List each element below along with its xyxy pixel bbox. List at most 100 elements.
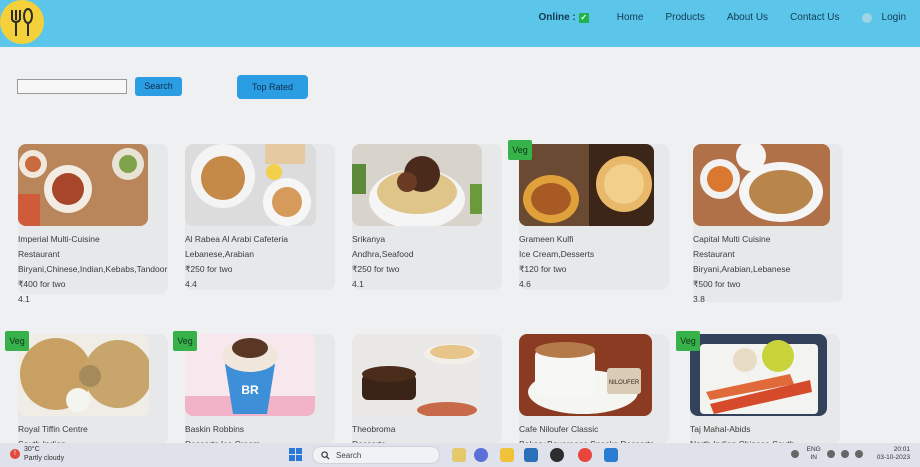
restaurant-name: Theobroma [352, 424, 396, 434]
food-image [690, 334, 827, 416]
card-info: Capital Multi Cuisine Restaurant Biryani… [693, 232, 790, 307]
restaurant-name: Baskin Robbins [185, 424, 245, 434]
price-for-two: ₹250 for two [352, 264, 400, 274]
food-image [18, 144, 148, 226]
veg-badge: Veg [508, 140, 532, 160]
user-icon [861, 12, 872, 23]
battery-icon[interactable] [854, 450, 863, 458]
restaurant-card[interactable]: NILOUFER Cafe Niloufer Classic Bakery,Be… [519, 334, 669, 449]
food-image: BR [185, 334, 315, 416]
food-image [352, 144, 482, 226]
cuisine: Lebanese,Arabian [185, 249, 255, 259]
restaurant-card[interactable]: Capital Multi Cuisine Restaurant Biryani… [693, 144, 843, 304]
login-link[interactable]: Login [861, 12, 906, 23]
restaurant-name: Royal Tiffin Centre [18, 424, 88, 434]
restaurant-name: Al Rabea Al Arabi Cafeteria [185, 234, 289, 244]
rating: 3.8 [693, 294, 705, 304]
windows-taskbar: ! 30°C Partly cloudy Search ENG IN 20:01… [0, 443, 920, 467]
restaurant-card[interactable]: Srikanya Andhra,Seafood ₹250 for two 4.1 [352, 144, 502, 290]
top-rated-button[interactable]: Top Rated [237, 75, 308, 99]
system-tray: ENG IN 20:01 03-10-2023 [785, 446, 910, 462]
veg-badge: Veg [5, 331, 29, 351]
weather-widget[interactable]: ! 30°C Partly cloudy [10, 445, 64, 463]
clock[interactable]: 20:01 03-10-2023 [877, 446, 910, 462]
store-icon[interactable] [524, 448, 538, 462]
price-for-two: ₹250 for two [185, 264, 233, 274]
app-icon[interactable] [452, 448, 466, 462]
card-info: Grameen Kulfi Ice Cream,Desserts ₹120 fo… [519, 232, 594, 292]
file-explorer-icon[interactable] [500, 448, 514, 462]
clock-time: 20:01 [893, 446, 910, 453]
cuisine: Biryani,Chinese,Indian,Kebabs,Tandoor [18, 264, 168, 274]
wifi-icon[interactable] [826, 450, 835, 458]
cuisine: Andhra,Seafood [352, 249, 414, 259]
search-input[interactable] [17, 79, 127, 94]
food-image [185, 144, 316, 226]
chevron-up-icon[interactable] [790, 450, 799, 458]
weather-icon: ! [10, 449, 20, 459]
nav-home[interactable]: Home [617, 12, 644, 23]
chat-icon[interactable] [474, 448, 488, 462]
restaurant-card[interactable]: Veg Taj Mahal-Abids North Indian,Chinese… [676, 331, 840, 449]
nav-contact-us[interactable]: Contact Us [790, 12, 839, 23]
restaurant-card[interactable]: Veg BR Baskin Robbins Desserts,Ice Cream [173, 331, 335, 449]
restaurant-card[interactable]: Veg Grameen Kulfi Ice Cream,Desserts ₹12… [508, 140, 669, 292]
restaurant-name: Grameen Kulfi [519, 234, 574, 244]
rating: 4.6 [519, 279, 531, 289]
search-button[interactable]: Search [135, 77, 182, 96]
restaurant-name: Taj Mahal-Abids [690, 424, 751, 434]
food-image [352, 334, 482, 416]
card-info: Imperial Multi-Cuisine Restaurant Biryan… [18, 232, 178, 307]
price-for-two: ₹120 for two [519, 264, 567, 274]
nav-about-us[interactable]: About Us [727, 12, 768, 23]
volume-icon[interactable] [840, 450, 849, 458]
clock-date: 03-10-2023 [876, 454, 910, 461]
weather-temp: 30°C [24, 446, 40, 453]
online-label: Online : [538, 12, 576, 23]
cuisine: Biryani,Arabian,Lebanese [693, 264, 791, 274]
login-label: Login [881, 12, 906, 23]
checkbox-icon: ✓ [578, 12, 589, 23]
restaurant-name: Srikanya [352, 234, 386, 244]
rating: 4.1 [352, 279, 364, 289]
restaurant-name-line2: Restaurant [693, 249, 735, 259]
online-status: Online : ✓ [539, 12, 589, 23]
dell-icon[interactable] [550, 448, 564, 462]
rating: 4.4 [185, 279, 197, 289]
restaurant-card[interactable]: Veg Royal Tiffin Centre South Indian [5, 331, 168, 449]
svg-text:NILOUFER: NILOUFER [609, 380, 640, 386]
cuisine: Ice Cream,Desserts [519, 249, 595, 259]
restaurant-name-line2: Restaurant [18, 249, 60, 259]
search-icon [321, 450, 330, 460]
card-info: Al Rabea Al Arabi Cafeteria Lebanese,Ara… [185, 232, 288, 292]
price-for-two: ₹400 for two [18, 279, 66, 289]
restaurant-name: Imperial Multi-Cuisine [18, 234, 100, 244]
food-image: NILOUFER [519, 334, 652, 416]
restaurant-card[interactable]: Imperial Multi-Cuisine Restaurant Biryan… [18, 144, 168, 304]
veg-badge: Veg [173, 331, 197, 351]
chrome-icon[interactable] [578, 448, 592, 462]
rating: 4.1 [18, 294, 30, 304]
veg-badge: Veg [676, 331, 700, 351]
taskbar-search[interactable]: Search [312, 446, 440, 464]
restaurant-card[interactable]: Theobroma Desserts [352, 334, 502, 449]
card-info: Srikanya Andhra,Seafood ₹250 for two 4.1 [352, 232, 413, 292]
food-image [693, 144, 830, 226]
lang-region: IN [810, 454, 817, 461]
vscode-icon[interactable] [604, 448, 618, 462]
food-image [18, 334, 149, 416]
weather-desc: Partly cloudy [24, 455, 65, 462]
svg-text:BR: BR [241, 383, 259, 397]
food-image [519, 144, 654, 226]
top-navbar: Online : ✓ Home Products About Us Contac… [0, 0, 920, 47]
windows-start-icon[interactable] [289, 448, 302, 461]
taskbar-search-label: Search [336, 450, 362, 460]
restaurant-name: Cafe Niloufer Classic [519, 424, 599, 434]
language-indicator[interactable]: ENG IN [807, 446, 821, 462]
nav-products[interactable]: Products [665, 12, 704, 23]
brand-logo[interactable] [0, 0, 44, 44]
lang-code: ENG [806, 446, 821, 453]
restaurant-name: Capital Multi Cuisine [693, 234, 771, 244]
price-for-two: ₹500 for two [693, 279, 741, 289]
restaurant-card[interactable]: Al Rabea Al Arabi Cafeteria Lebanese,Ara… [185, 144, 335, 290]
